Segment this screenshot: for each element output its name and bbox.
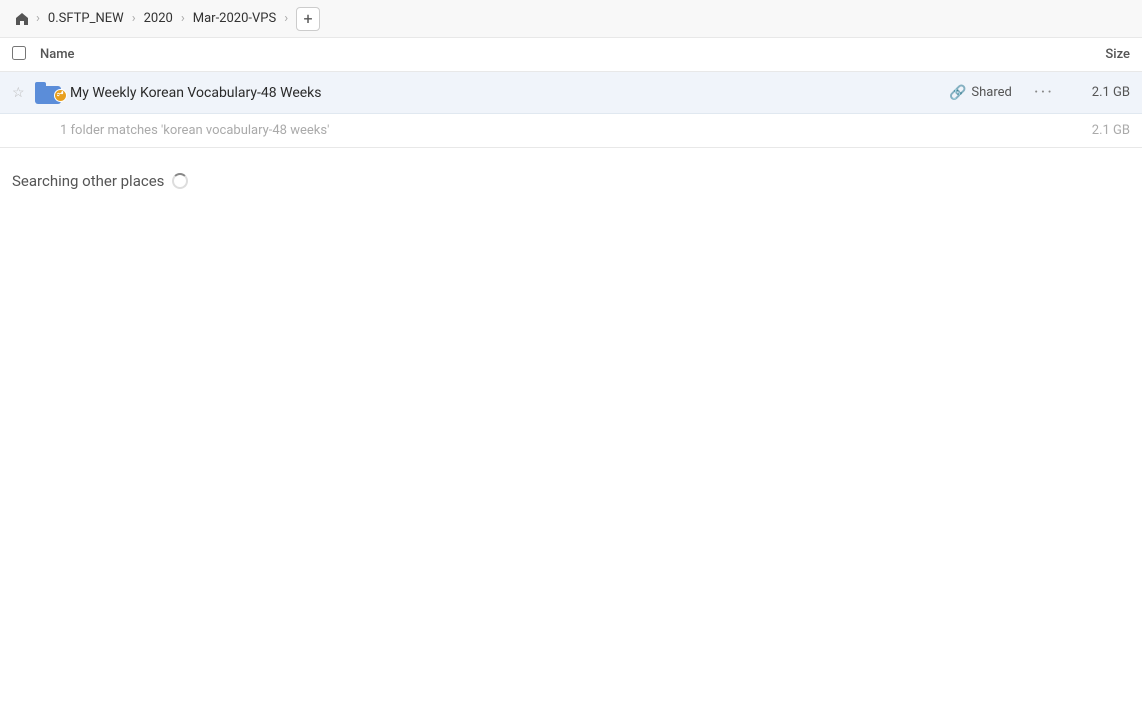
breadcrumb-bar: › 0.SFTP_NEW › 2020 › Mar-2020-VPS › + xyxy=(0,0,1142,38)
searching-section: Searching other places xyxy=(0,148,1142,202)
column-name-header: Name xyxy=(40,47,1050,62)
link-icon: 🔗 xyxy=(949,85,966,101)
breadcrumb-item-3[interactable]: Mar-2020-VPS xyxy=(189,9,280,28)
breadcrumb-item-2[interactable]: 2020 xyxy=(140,9,177,28)
shared-label: Shared xyxy=(971,85,1011,100)
star-icon[interactable]: ☆ xyxy=(12,85,34,101)
add-breadcrumb-button[interactable]: + xyxy=(296,7,320,31)
breadcrumb-sep-1: › xyxy=(36,11,40,26)
home-button[interactable] xyxy=(12,9,32,29)
match-info-row: 1 folder matches 'korean vocabulary-48 w… xyxy=(0,114,1142,148)
header-checkbox-cell[interactable] xyxy=(12,46,40,64)
file-row[interactable]: ☆ My Weekly Korean Vocabulary-48 Weeks 🔗… xyxy=(0,72,1142,114)
column-size-header: Size xyxy=(1050,47,1130,62)
match-info-size: 2.1 GB xyxy=(1060,123,1130,138)
more-options-button[interactable]: ··· xyxy=(1028,82,1060,103)
breadcrumb-sep-2: › xyxy=(132,11,136,26)
loading-spinner xyxy=(172,173,188,189)
breadcrumb: › 0.SFTP_NEW › 2020 › Mar-2020-VPS › + xyxy=(12,7,320,31)
folder-share-badge xyxy=(54,89,67,102)
searching-title: Searching other places xyxy=(12,172,1130,190)
file-size: 2.1 GB xyxy=(1060,85,1130,100)
breadcrumb-sep-4: › xyxy=(284,11,288,26)
column-header: Name Size xyxy=(0,38,1142,72)
match-info-text: 1 folder matches 'korean vocabulary-48 w… xyxy=(60,123,1060,138)
breadcrumb-sep-3: › xyxy=(181,11,185,26)
folder-icon-container xyxy=(34,82,64,104)
searching-title-text: Searching other places xyxy=(12,172,164,190)
file-name[interactable]: My Weekly Korean Vocabulary-48 Weeks xyxy=(70,85,949,101)
folder-icon xyxy=(35,82,63,104)
shared-indicator: 🔗 Shared xyxy=(949,85,1012,101)
select-all-checkbox[interactable] xyxy=(12,46,26,60)
breadcrumb-item-1[interactable]: 0.SFTP_NEW xyxy=(44,9,128,28)
